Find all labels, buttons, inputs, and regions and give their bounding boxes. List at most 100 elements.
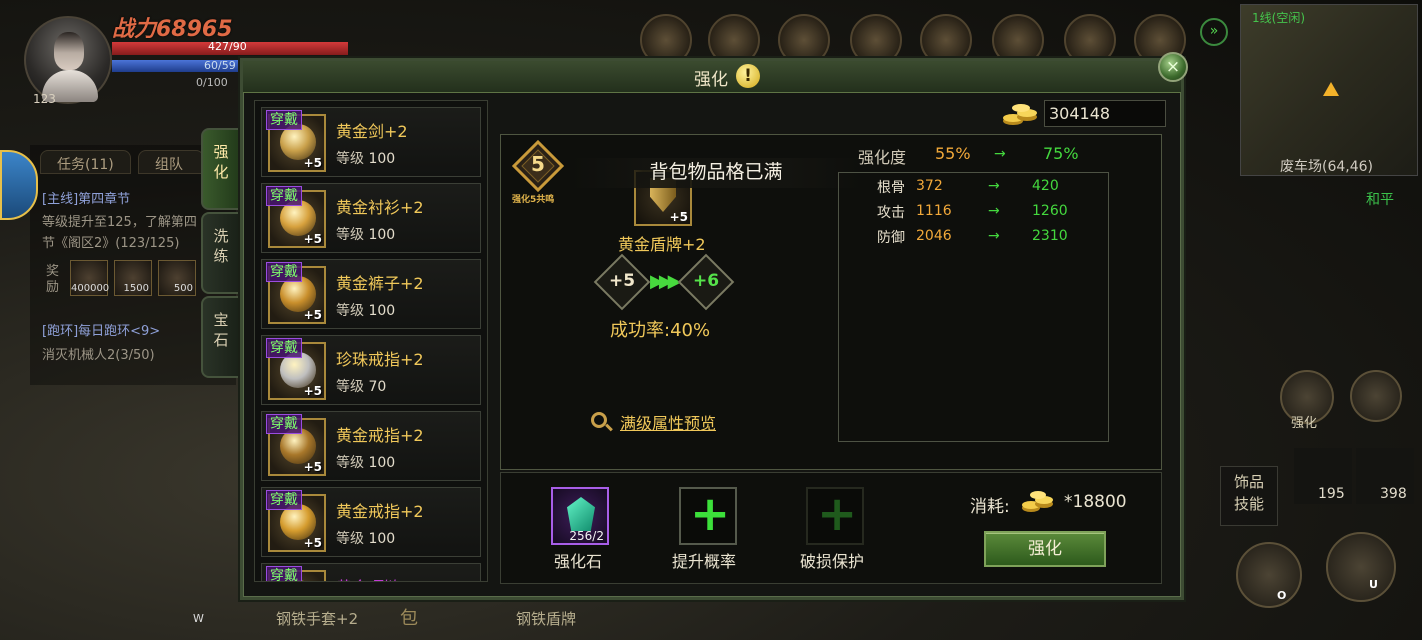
equipment-row[interactable]: +5 穿戴 黄金衬衫+2 等级 100: [261, 183, 481, 253]
potion-count-2: 398: [1380, 486, 1407, 502]
expand-icon[interactable]: »: [1200, 18, 1228, 46]
attr-from: 372: [916, 178, 943, 194]
daily-quest-title[interactable]: [跑环]每日跑环<9>: [42, 320, 160, 339]
item-enhance-level: +5: [303, 536, 322, 550]
item-name: 黄金剑+2: [336, 122, 408, 141]
magnifier-icon: [591, 412, 607, 428]
item-level-value: 100: [368, 303, 396, 319]
minimap-line[interactable]: 1线(空闲): [1252, 9, 1305, 26]
rate-boost-slot[interactable]: +: [679, 486, 737, 545]
info-icon[interactable]: !: [736, 64, 760, 88]
item-level-value: 100: [368, 531, 396, 547]
reward-gold[interactable]: 1500: [114, 260, 152, 296]
bag-button[interactable]: 包: [400, 604, 418, 630]
equipment-row[interactable]: +5 穿戴 黄金裤子+2 等级 100: [261, 259, 481, 329]
potion-count-1: 195: [1318, 486, 1345, 502]
attr-from: 2046: [916, 228, 952, 244]
enhance-degree-label: 强化度: [858, 148, 907, 167]
equipped-badge: 穿戴: [266, 490, 302, 510]
item-enhance-level: +5: [303, 384, 322, 398]
player-avatar[interactable]: [24, 16, 112, 104]
tab-enhance[interactable]: 强 化: [201, 128, 241, 210]
next-level: +6: [692, 271, 720, 291]
item-name: 珍珠戒指+2: [336, 350, 424, 369]
gold-coins-icon: [1022, 491, 1053, 512]
attr-arrow: →: [988, 178, 1000, 194]
stone-count: 256/2: [569, 529, 604, 543]
item-level-label: 等级: [336, 151, 364, 167]
target-item-name: 黄金盾牌+2: [618, 235, 706, 254]
enhance-button[interactable]: 强化: [984, 531, 1106, 567]
bottom-item-right: 钢铁盾牌: [516, 610, 577, 628]
protect-label: 破损保护: [800, 552, 865, 571]
equipment-row[interactable]: +5 穿戴 黄金戒指+2 等级 100: [261, 411, 481, 481]
tab-refine[interactable]: 洗 练: [201, 212, 241, 294]
item-level-label: 等级: [336, 531, 364, 547]
hp-text: 427/90: [208, 40, 247, 53]
equipped-badge: 穿戴: [266, 338, 302, 358]
equipment-row[interactable]: +5 穿戴 黄金剑+2 等级 100: [261, 107, 481, 177]
item-level-value: 100: [368, 455, 396, 471]
attr-arrow: →: [988, 203, 1000, 219]
enhance-stone-label: 强化石: [554, 552, 603, 571]
attr-from: 1116: [916, 203, 952, 219]
item-level: 等级 100: [336, 148, 395, 168]
pk-mode[interactable]: 和平: [1366, 189, 1394, 209]
item-level: 等级 70: [336, 376, 386, 396]
gold-coins-icon: [1003, 104, 1037, 125]
skill-o-icon[interactable]: [1236, 542, 1302, 608]
attr-name: 攻击: [877, 205, 905, 221]
item-level-label: 等级: [336, 227, 364, 243]
item-name: 黄金裤子+2: [336, 274, 424, 293]
protect-slot[interactable]: +: [806, 486, 864, 545]
level-arrows-icon: ▶▶▶: [650, 271, 681, 292]
skill-u-icon[interactable]: [1326, 532, 1396, 602]
item-level-value: 100: [368, 227, 396, 243]
tab-gem[interactable]: 宝 石: [201, 296, 241, 378]
equipment-row[interactable]: +5 穿戴 黄金戒指+2 等级 100: [261, 487, 481, 557]
bottom-item-left: 钢铁手套+2: [276, 610, 359, 628]
daily-quest-desc: 消灭机械人2(3/50): [42, 348, 155, 363]
tab-quest[interactable]: 任务(11): [40, 150, 131, 174]
enhance-shortcut-label: 强化: [1291, 416, 1318, 431]
cost-label: 消耗:: [970, 497, 1010, 517]
item-level-value: 70: [368, 379, 387, 395]
enhance-degree-to: 75%: [1043, 144, 1079, 163]
main-quest-desc: 等级提升至125，了解第四: [42, 215, 197, 230]
reward-item[interactable]: 500: [158, 260, 196, 296]
attr-to: 2310: [1032, 228, 1068, 244]
item-level: 等级 100: [336, 224, 395, 244]
w-key: W: [193, 612, 204, 625]
item-name: 黄金项链+2: [336, 574, 424, 581]
gem-icon: [567, 497, 595, 531]
item-level: 等级 100: [336, 300, 395, 320]
item-level: 等级 100: [336, 452, 395, 472]
equipped-badge: 穿戴: [266, 566, 302, 581]
minimap-location: 废车场(64,46): [1280, 159, 1374, 175]
equipment-row[interactable]: 穿戴黄金项链+2: [261, 563, 481, 581]
reward-exp[interactable]: 400000: [70, 260, 109, 296]
player-arrow-icon: [1323, 82, 1339, 96]
equipped-badge: 穿戴: [266, 186, 302, 206]
bag-full-toast: 背包物品格已满: [570, 158, 862, 188]
max-level-preview-link[interactable]: 满级属性预览: [620, 410, 716, 434]
item-level-label: 等级: [336, 455, 364, 471]
item-name: 黄金戒指+2: [336, 426, 424, 445]
accessory-skill-button[interactable]: 饰品 技能: [1220, 466, 1278, 526]
enhance-degree-arrow: →: [994, 146, 1006, 162]
dialog-title: 强化: [694, 70, 728, 90]
item-enhance-level: +5: [303, 232, 322, 246]
reward-label: 奖 励: [46, 264, 60, 295]
inventory-icon[interactable]: [1350, 370, 1402, 422]
exp-text: 0/100: [196, 76, 228, 89]
equipped-badge: 穿戴: [266, 262, 302, 282]
close-button[interactable]: ×: [1158, 52, 1188, 82]
enhance-stone-slot[interactable]: 256/2: [551, 487, 609, 545]
tab-team[interactable]: 组队: [138, 150, 204, 174]
main-quest-title[interactable]: [主线]第四章节: [42, 188, 130, 207]
mp-text: 60/59: [204, 59, 236, 72]
item-level: 等级 100: [336, 528, 395, 548]
skill-u-key: U: [1369, 578, 1378, 591]
equipment-list[interactable]: +5 穿戴 黄金剑+2 等级 100 +5 穿戴 黄金衬衫+2 等级 100 +5 穿戴 黄金裤子+…: [254, 100, 488, 582]
equipment-row[interactable]: +5 穿戴珍珠戒指+2 等级 70: [261, 335, 481, 405]
